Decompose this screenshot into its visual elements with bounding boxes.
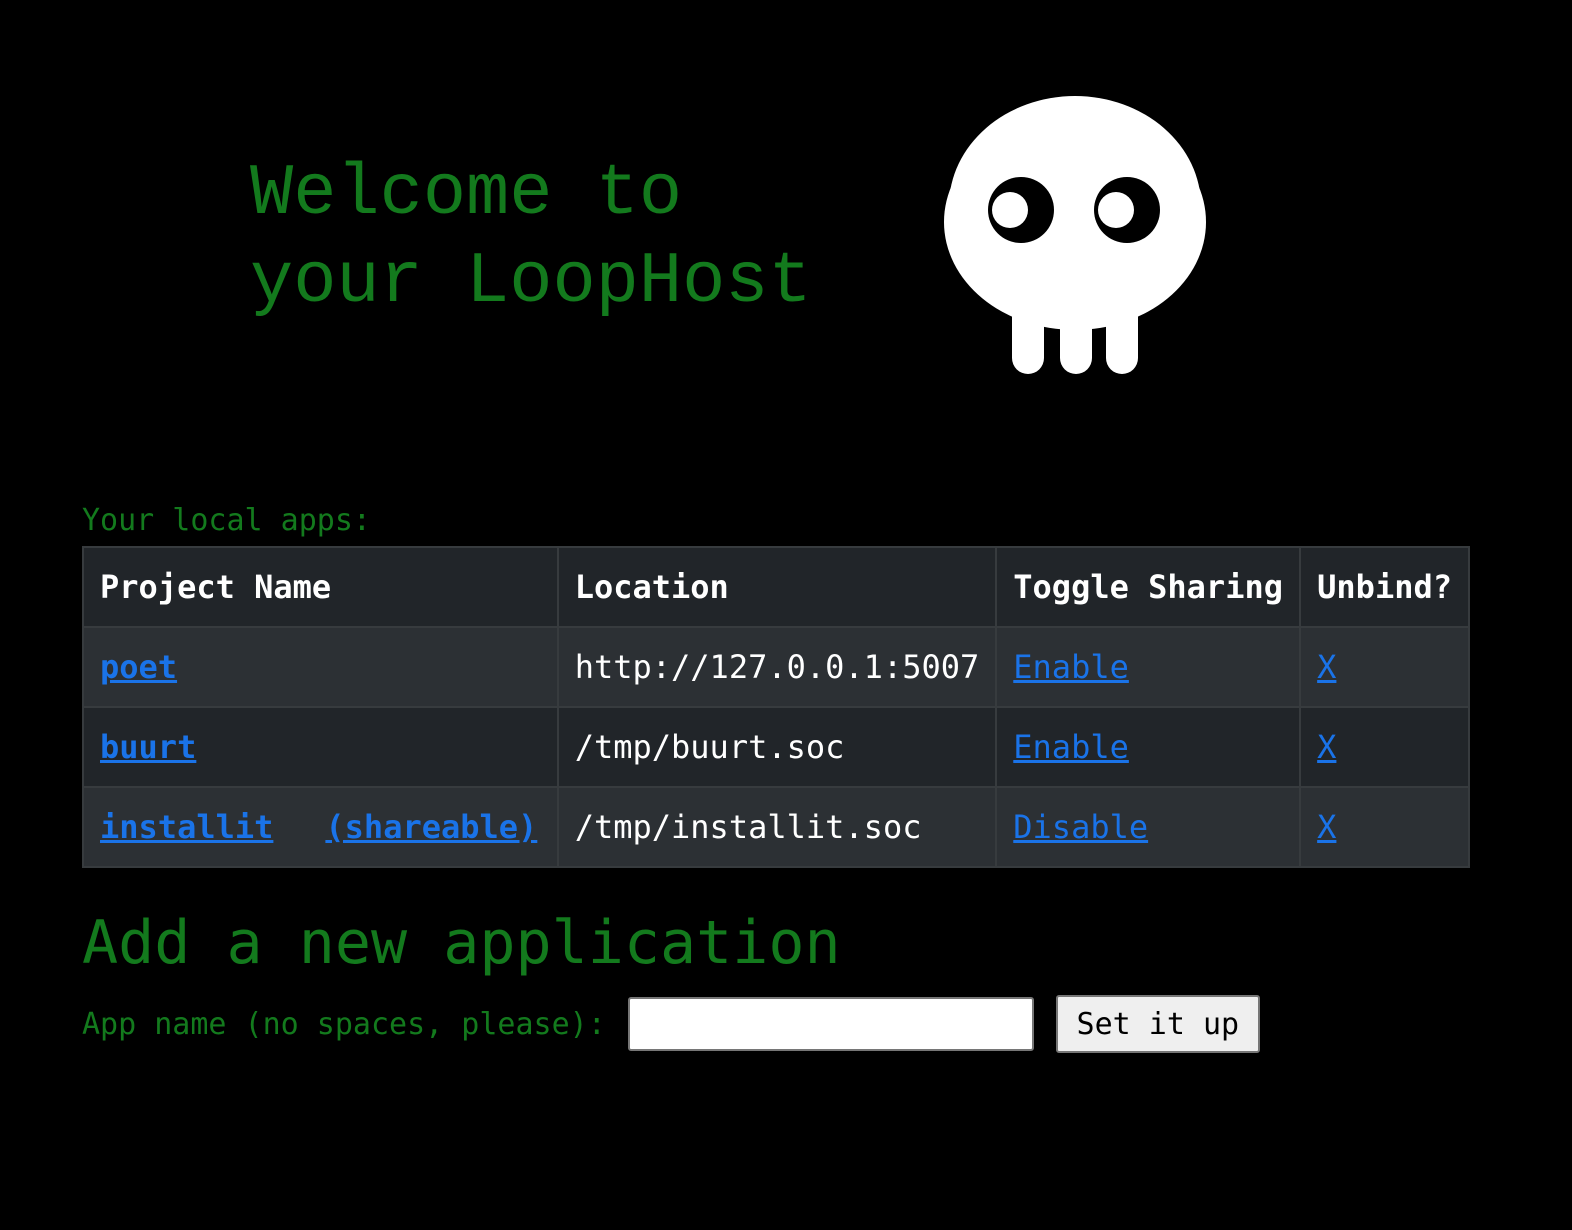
toggle-sharing-link-installit[interactable]: Disable (1013, 808, 1148, 846)
add-application-heading: Add a new application (82, 908, 841, 978)
skull-head-top (949, 96, 1201, 316)
set-it-up-button[interactable]: Set it up (1055, 995, 1260, 1053)
column-header-unbind: Unbind? (1299, 546, 1470, 628)
table-row: poet http://127.0.0.1:5007 Enable X (82, 626, 1470, 708)
toggle-sharing-cell: Enable (995, 706, 1302, 788)
table-row: buurt /tmp/buurt.soc Enable X (82, 706, 1470, 788)
local-apps-table: Project Name Location Toggle Sharing Unb… (82, 546, 1470, 868)
welcome-title: Welcome to your LoopHost (250, 150, 812, 326)
unbind-cell: X (1299, 706, 1470, 788)
welcome-title-line-1: Welcome to (250, 153, 683, 235)
project-name-cell: poet (82, 626, 559, 708)
unbind-link-buurt[interactable]: X (1317, 728, 1336, 766)
add-application-form: App name (no spaces, please): Set it up (82, 994, 1260, 1054)
location-cell: /tmp/buurt.soc (556, 706, 998, 788)
location-cell: /tmp/installit.soc (556, 786, 998, 868)
skull-pupil-left (992, 192, 1028, 228)
location-cell: http://127.0.0.1:5007 (556, 626, 998, 708)
unbind-cell: X (1299, 786, 1470, 868)
skull-icon (944, 96, 1206, 374)
local-apps-label: Your local apps: (82, 503, 371, 538)
toggle-sharing-link-poet[interactable]: Enable (1013, 648, 1129, 686)
unbind-link-installit[interactable]: X (1317, 808, 1336, 846)
unbind-cell: X (1299, 626, 1470, 708)
app-name-input[interactable] (627, 997, 1034, 1051)
table-row: installit (shareable) /tmp/installit.soc … (82, 786, 1470, 868)
column-header-toggle-sharing: Toggle Sharing (995, 546, 1302, 628)
toggle-sharing-cell: Disable (995, 786, 1302, 868)
project-name-cell: installit (shareable) (82, 786, 559, 868)
app-name-label: App name (no spaces, please): (82, 1006, 606, 1042)
toggle-sharing-link-buurt[interactable]: Enable (1013, 728, 1129, 766)
project-link-poet[interactable]: poet (100, 648, 177, 686)
welcome-title-line-2: your LoopHost (250, 241, 812, 323)
shareable-link-installit[interactable]: (shareable) (325, 808, 537, 846)
project-link-buurt[interactable]: buurt (100, 728, 196, 766)
unbind-link-poet[interactable]: X (1317, 648, 1336, 686)
skull-pupil-right (1098, 192, 1134, 228)
table-header-row: Project Name Location Toggle Sharing Unb… (82, 546, 1470, 628)
column-header-location: Location (556, 546, 998, 628)
project-name-cell: buurt (82, 706, 559, 788)
project-link-installit[interactable]: installit (100, 808, 273, 846)
column-header-project-name: Project Name (82, 546, 559, 628)
toggle-sharing-cell: Enable (995, 626, 1302, 708)
